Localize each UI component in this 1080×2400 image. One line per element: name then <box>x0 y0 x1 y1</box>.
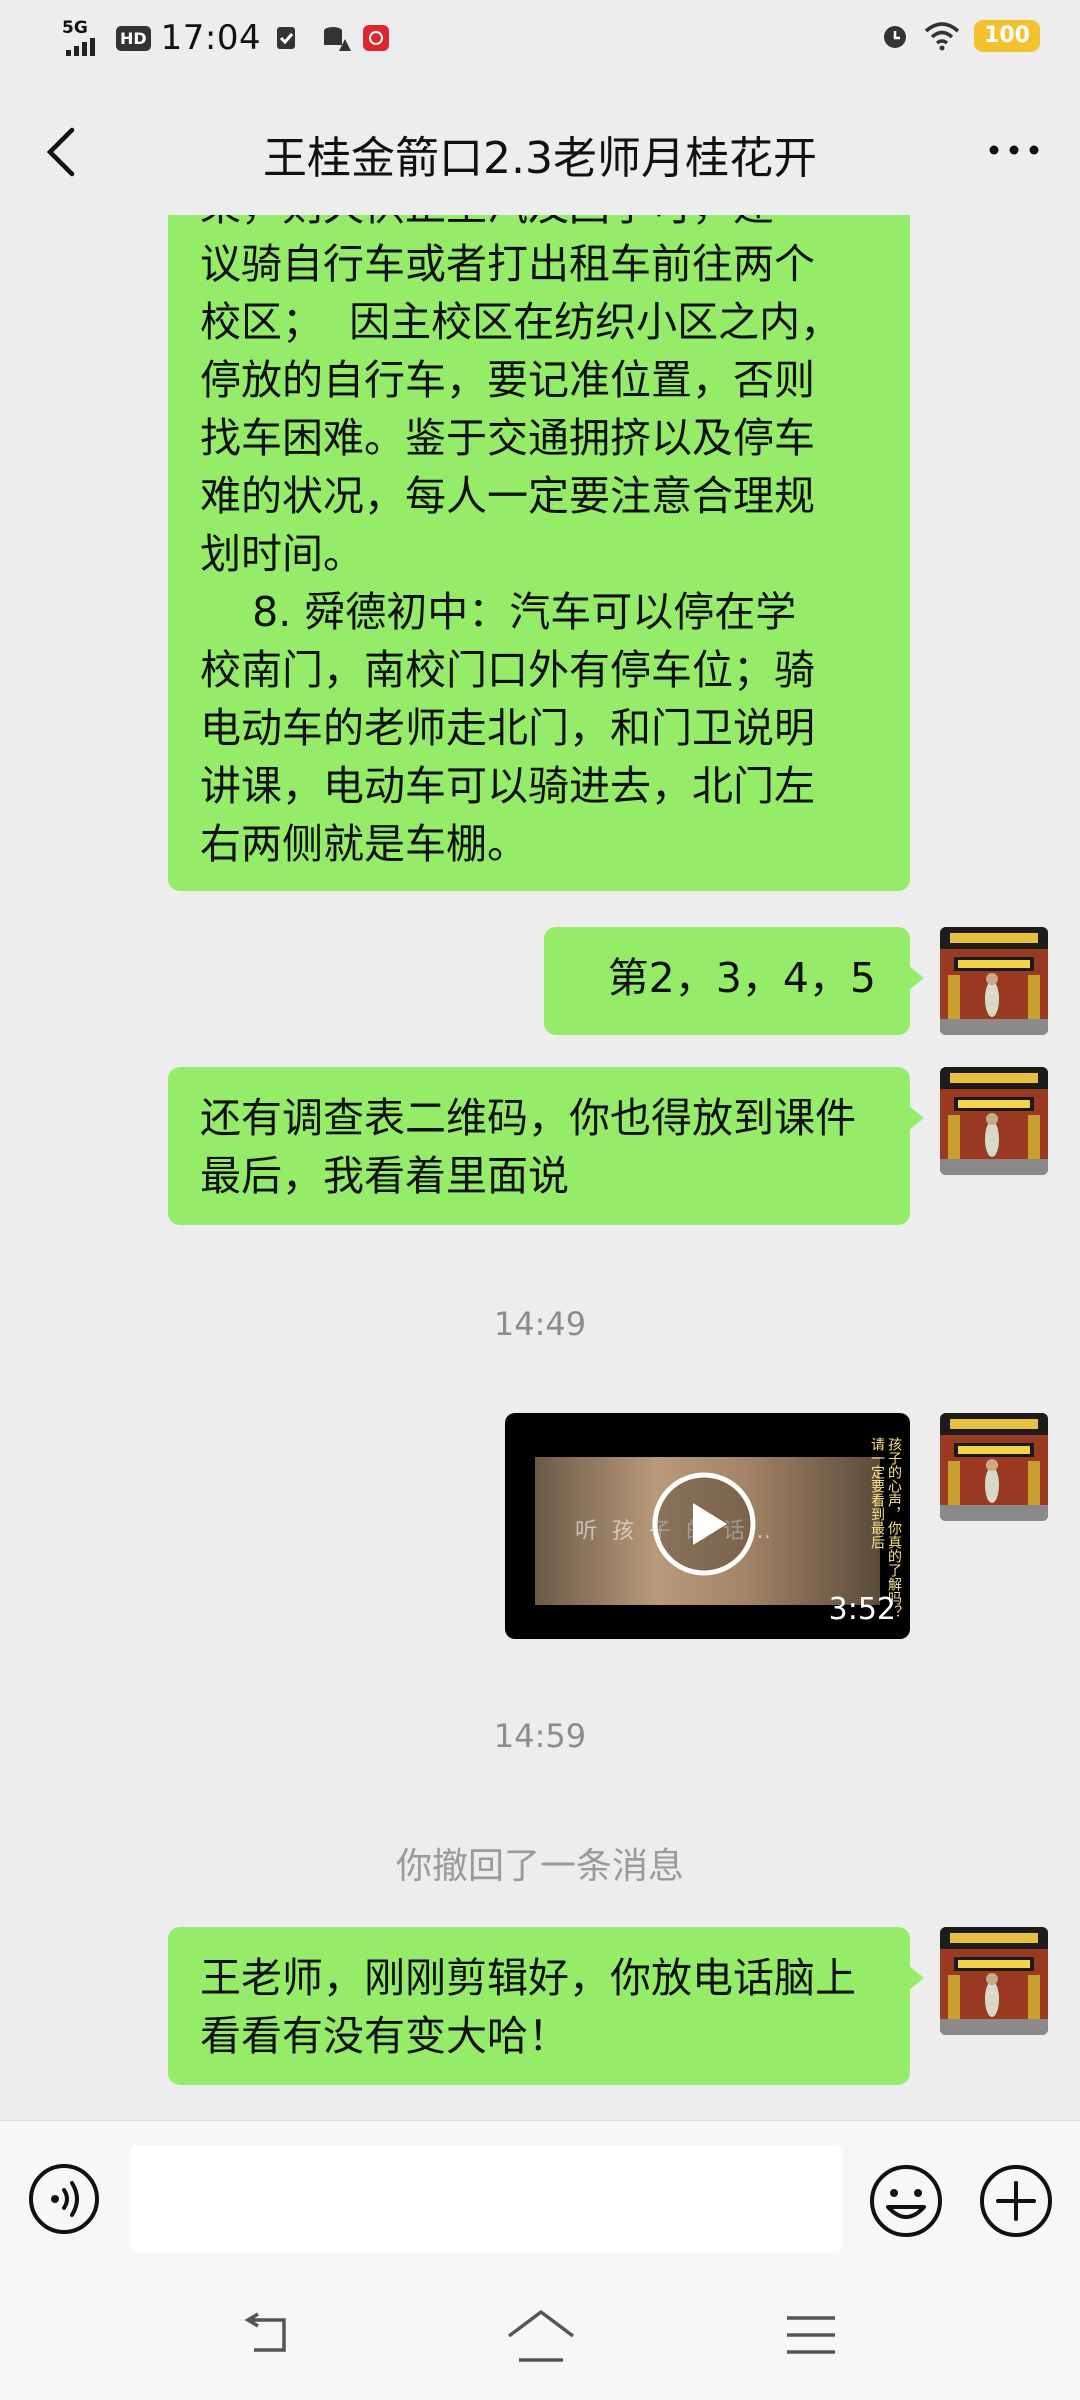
avatar-image <box>940 1067 1048 1175</box>
plus-circle-icon[interactable] <box>978 2163 1054 2239</box>
voice-icon[interactable] <box>28 2163 100 2235</box>
chat-messages[interactable]: 乘，则天供正坐汽及回学可，建 议骑自行车或者打出租车前往两个 校区； 因主校区在… <box>0 215 1080 2120</box>
avatar[interactable] <box>940 1413 1048 1521</box>
nav-home-icon[interactable] <box>505 2306 577 2364</box>
data-warning-icon <box>324 27 352 51</box>
nav-menu-icon[interactable] <box>783 2312 839 2358</box>
alarm-icon <box>884 26 907 48</box>
status-left: 5G HD 17:04 <box>62 18 391 58</box>
message-timestamp: 14:49 <box>493 1305 587 1343</box>
message-bubble[interactable]: 王老师，刚刚剪辑好，你放电话脑上看看有没有变大哈！ <box>168 1927 924 2085</box>
message-bubble[interactable]: 第2，3，4，5 <box>544 927 924 1035</box>
message-text: 第2，3，4，5 <box>607 954 876 1002</box>
message-input[interactable] <box>130 2145 842 2253</box>
avatar-image <box>940 1413 1048 1521</box>
recall-notice: 你撤回了一条消息 <box>395 1846 684 1887</box>
video-duration: 3:52 <box>828 1592 896 1627</box>
app-badge-icon <box>363 25 390 51</box>
status-time: 17:04 <box>160 18 262 58</box>
message-text: 王老师，刚刚剪辑好，你放电话脑上看看有没有变大哈！ <box>200 1954 856 2060</box>
message-text: 乘，则天供正坐汽及回学可，建 议骑自行车或者打出租车前往两个 校区； 因主校区在… <box>200 215 842 868</box>
avatar[interactable] <box>940 1927 1048 2035</box>
status-right: 100 <box>880 20 1040 52</box>
wifi-icon <box>924 22 960 51</box>
avatar[interactable] <box>940 927 1048 1035</box>
message-text: 还有调查表二维码，你也得放到课件最后，我看着里面说 <box>200 1094 856 1200</box>
input-bar <box>0 2120 1080 2271</box>
avatar-image <box>940 1927 1048 2035</box>
check-shield-icon <box>277 27 296 49</box>
status-bar: 5G HD 17:04 100 <box>0 0 1080 80</box>
avatar[interactable] <box>940 1067 1048 1175</box>
chevron-left-icon[interactable] <box>36 122 86 182</box>
system-nav-bar <box>0 2270 1080 2400</box>
hd-icon: HD <box>116 25 151 51</box>
play-icon[interactable] <box>651 1471 757 1577</box>
message-bubble[interactable]: 还有调查表二维码，你也得放到课件最后，我看着里面说 <box>168 1067 924 1225</box>
avatar-image <box>940 927 1048 1035</box>
message-bubble[interactable]: 乘，则天供正坐汽及回学可，建 议骑自行车或者打出租车前往两个 校区； 因主校区在… <box>168 215 910 891</box>
message-timestamp: 14:59 <box>493 1717 587 1755</box>
network-label: 5G <box>62 18 88 38</box>
chat-title: 王桂金箭口2.3老师月桂花开 <box>263 133 817 184</box>
video-message[interactable]: 听 孩 子 的 话… 孩子的心声，你真的了解吗？请一定要看到最后 3:52 <box>505 1413 910 1639</box>
chat-header: 王桂金箭口2.3老师月桂花开 <box>0 80 1080 220</box>
battery-icon: 100 <box>974 20 1040 52</box>
emoji-icon[interactable] <box>868 2163 944 2239</box>
signal-5g-icon: 5G <box>62 18 106 58</box>
nav-back-icon[interactable] <box>240 2310 296 2360</box>
more-dots-icon[interactable] <box>984 128 1044 172</box>
